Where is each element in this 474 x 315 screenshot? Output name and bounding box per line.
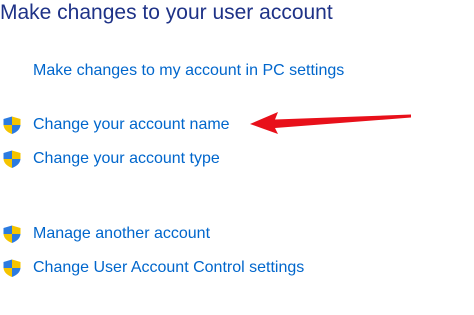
page-title: Make changes to your user account <box>0 1 333 24</box>
uac-shield-icon <box>2 258 22 279</box>
uac-shield-icon <box>2 224 22 245</box>
change-account-name-link[interactable]: Change your account name <box>0 114 230 136</box>
task-label: Change your account name <box>33 116 230 133</box>
task-label: Manage another account <box>33 225 211 242</box>
change-account-type-link[interactable]: Change your account type <box>0 148 220 170</box>
task-label: Change User Account Control settings <box>33 259 305 276</box>
uac-shield-icon <box>2 149 22 170</box>
pc-settings-link[interactable]: Make changes to my account in PC setting… <box>33 61 344 81</box>
manage-another-account-link[interactable]: Manage another account <box>0 223 210 245</box>
task-label: Change your account type <box>33 150 220 167</box>
uac-shield-icon <box>2 115 22 136</box>
annotation-arrow-icon <box>250 112 411 134</box>
change-uac-settings-link[interactable]: Change User Account Control settings <box>0 257 304 279</box>
